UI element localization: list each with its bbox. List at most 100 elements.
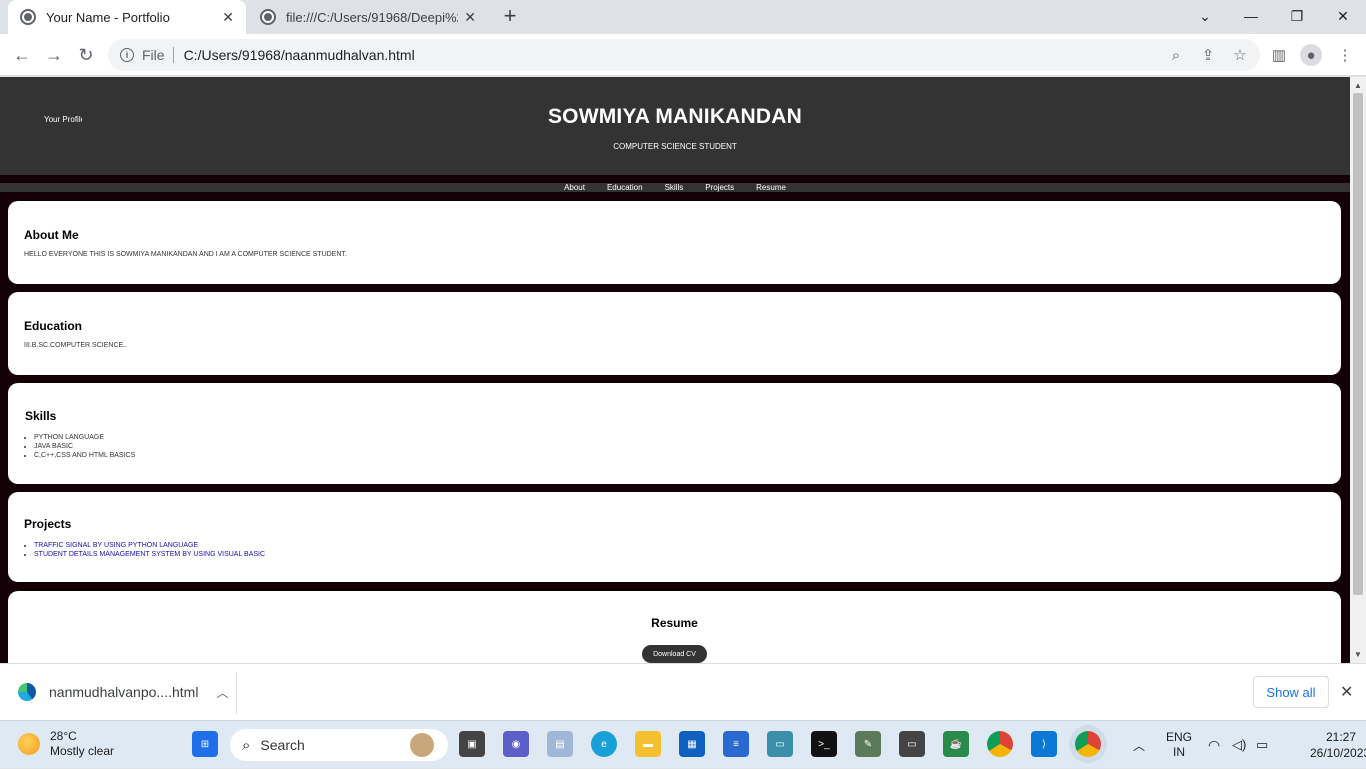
education-text: III.B.SC.COMPUTER SCIENCE.. (24, 342, 128, 349)
menu-dots-icon[interactable]: ⋮ (1334, 44, 1356, 66)
chrome-icon[interactable] (987, 731, 1013, 757)
projects-heading: Projects (24, 517, 72, 531)
download-shelf: nanmudhalvanpo....html ︿ Show all ✕ (0, 663, 1366, 720)
edge-icon[interactable]: e (591, 731, 617, 757)
task-view-icon[interactable]: ▣ (459, 731, 485, 757)
browser-toolbar: ← → ↻ i File C:/Users/91968/naanmudhalva… (0, 34, 1366, 76)
new-tab-button[interactable]: + (498, 5, 522, 29)
language-indicator[interactable]: ENG IN (1166, 721, 1192, 769)
vscode-icon[interactable]: ⟩ (1031, 731, 1057, 757)
weather-condition: Mostly clear (50, 744, 115, 758)
clock-date: 26/10/2023 (1310, 746, 1366, 760)
scheme-label: File (142, 47, 174, 63)
bookmark-star-icon[interactable]: ☆ (1229, 44, 1251, 66)
taskbar: 28°C Mostly clear ⊞ ⌕ Search ▣ ◉ ▤ e ▬ ▦… (0, 720, 1366, 768)
tab-portfolio[interactable]: Your Name - Portfolio ✕ (8, 0, 246, 34)
download-filename: nanmudhalvanpo....html (49, 684, 199, 700)
close-tab-icon[interactable]: ✕ (464, 9, 476, 26)
close-icon[interactable]: ✕ (1340, 682, 1353, 702)
page-scrollbar[interactable]: ▲ ▼ (1350, 77, 1366, 663)
clock-time: 21:27 (1325, 730, 1356, 744)
scrollbar-thumb[interactable] (1353, 93, 1363, 595)
page-viewport: Your Profile Picture SOWMIYA MANIKANDAN … (0, 77, 1350, 663)
download-cv-button[interactable]: Download CV (642, 645, 707, 663)
resume-section: Resume Download CV (8, 591, 1341, 663)
chrome-active-icon[interactable] (1075, 731, 1101, 757)
chevron-up-icon[interactable]: ︿ (216, 684, 228, 701)
globe-icon (20, 9, 36, 25)
about-text: HELLO EVERYONE THIS IS SOWMIYA MANIKANDA… (24, 251, 347, 258)
java-icon[interactable]: ☕ (943, 731, 969, 757)
share-icon[interactable]: ⇪ (1197, 44, 1219, 66)
address-bar[interactable]: i File C:/Users/91968/naanmudhalvan.html (108, 39, 1260, 71)
list-item: JAVA BASIC (34, 442, 135, 451)
taskbar-search[interactable]: ⌕ Search (230, 729, 448, 761)
close-window-button[interactable]: ✕ (1320, 0, 1366, 32)
nav-about[interactable]: About (553, 183, 596, 192)
store-icon[interactable]: ▦ (679, 731, 705, 757)
nav-projects[interactable]: Projects (694, 183, 745, 192)
terminal-icon[interactable]: >_ (811, 731, 837, 757)
show-all-button[interactable]: Show all (1253, 676, 1329, 708)
project-link[interactable]: TRAFFIC SIGNAL BY USING PYTHON LANGUAGE (34, 542, 198, 549)
nav-resume[interactable]: Resume (745, 183, 797, 192)
tab-title: Your Name - Portfolio (46, 9, 170, 25)
zoom-icon[interactable]: ⌕ (1165, 44, 1187, 66)
divider (236, 672, 237, 714)
wifi-icon[interactable]: ◠ (1208, 721, 1220, 769)
chat-icon[interactable]: ◉ (503, 731, 529, 757)
minimize-button[interactable]: — (1228, 0, 1274, 32)
profile-avatar-icon[interactable]: ● (1300, 44, 1322, 66)
skills-section: Skills PYTHON LANGUAGE JAVA BASIC C,C++,… (8, 383, 1341, 484)
education-section: Education III.B.SC.COMPUTER SCIENCE.. (8, 292, 1341, 375)
info-icon[interactable]: i (120, 48, 134, 62)
editor-icon[interactable]: ✎ (855, 731, 881, 757)
globe-icon (260, 9, 276, 25)
restore-button[interactable]: ❐ (1274, 0, 1320, 32)
weather-temp: 28°C (50, 729, 77, 743)
search-icon: ⌕ (242, 736, 251, 754)
skills-list: PYTHON LANGUAGE JAVA BASIC C,C++,CSS AND… (34, 433, 135, 460)
site-name: SOWMIYA MANIKANDAN (547, 105, 803, 128)
battery-icon[interactable]: ▭ (1256, 721, 1268, 769)
windows-start-icon[interactable]: ⊞ (192, 731, 218, 757)
weather-icon (18, 733, 40, 755)
tab-file[interactable]: file:///C:/Users/91968/Deepi%20 ✕ (248, 0, 488, 34)
project-link[interactable]: STUDENT DETAILS MANAGEMENT SYSTEM BY USI… (34, 551, 265, 558)
scroll-up-icon[interactable]: ▲ (1354, 81, 1362, 90)
site-subtitle: COMPUTER SCIENCE STUDENT (613, 142, 737, 151)
edge-file-icon (18, 683, 36, 701)
education-heading: Education (24, 319, 83, 333)
scroll-down-icon[interactable]: ▼ (1354, 650, 1362, 659)
search-placeholder: Search (260, 737, 305, 753)
tab-search-icon[interactable]: ⌄ (1182, 0, 1228, 32)
forward-button[interactable]: → (42, 43, 66, 67)
list-item: TRAFFIC SIGNAL BY USING PYTHON LANGUAGE (34, 541, 265, 550)
weather-widget[interactable]: 28°C Mostly clear (18, 729, 114, 759)
remote-desktop-icon[interactable]: ▭ (767, 731, 793, 757)
search-highlight-icon (410, 733, 434, 757)
download-item[interactable]: nanmudhalvanpo....html ︿ (18, 683, 228, 701)
projects-list: TRAFFIC SIGNAL BY USING PYTHON LANGUAGE … (34, 541, 265, 559)
file-app-icon[interactable]: ▤ (547, 731, 573, 757)
reload-button[interactable]: ↻ (74, 43, 98, 67)
clock[interactable]: 21:27 26/10/2023 (1310, 729, 1366, 761)
console-icon[interactable]: ▭ (899, 731, 925, 757)
close-tab-icon[interactable]: ✕ (222, 9, 234, 26)
notepad-icon[interactable]: ≡ (723, 731, 749, 757)
side-panel-icon[interactable]: ▥ (1268, 44, 1290, 66)
projects-section: Projects TRAFFIC SIGNAL BY USING PYTHON … (8, 492, 1341, 582)
skills-heading: Skills (25, 409, 57, 423)
volume-icon[interactable]: ◁) (1232, 721, 1246, 769)
nav-skills[interactable]: Skills (654, 183, 695, 192)
nav-education[interactable]: Education (596, 183, 654, 192)
list-item: C,C++,CSS AND HTML BASICS (34, 451, 135, 460)
resume-heading: Resume (651, 616, 698, 630)
show-hidden-icons[interactable]: ︿ (1133, 721, 1145, 769)
url-text[interactable]: C:/Users/91968/naanmudhalvan.html (184, 47, 415, 63)
tab-strip: Your Name - Portfolio ✕ file:///C:/Users… (0, 0, 1366, 34)
list-item: PYTHON LANGUAGE (34, 433, 135, 442)
back-button[interactable]: ← (10, 43, 34, 67)
about-section: About Me HELLO EVERYONE THIS IS SOWMIYA … (8, 201, 1341, 284)
file-explorer-icon[interactable]: ▬ (635, 731, 661, 757)
